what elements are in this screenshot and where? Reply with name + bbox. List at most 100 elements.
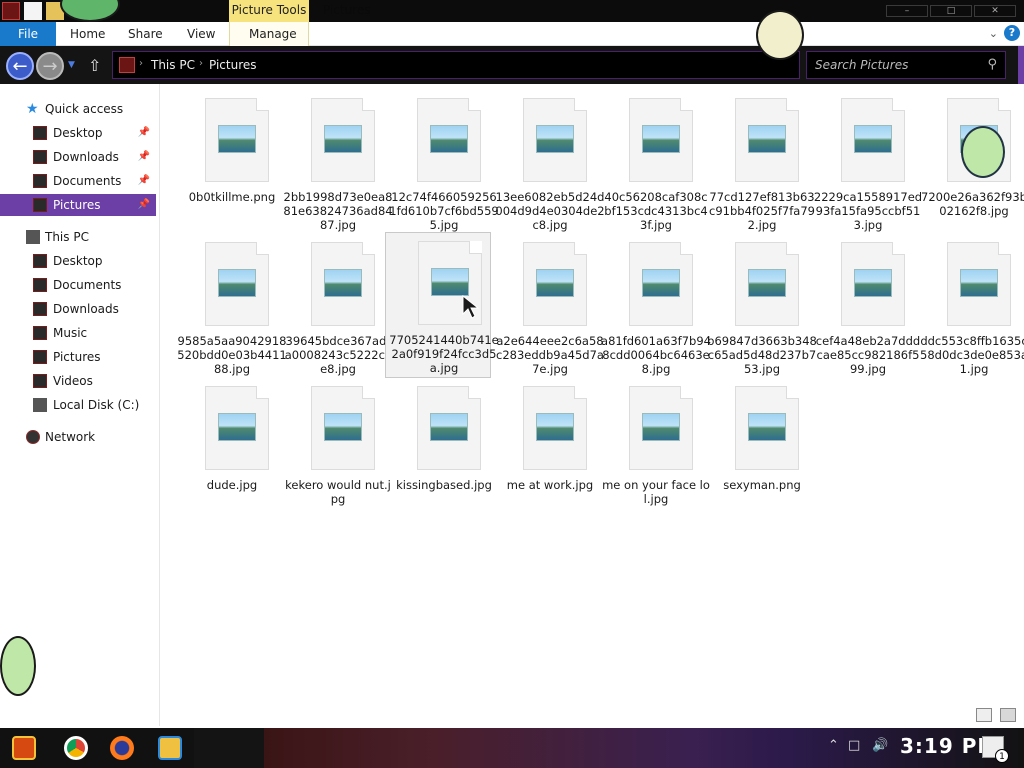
breadcrumb-this-pc[interactable]: This PC (151, 58, 195, 72)
recent-locations-icon[interactable]: ▼ (68, 60, 75, 70)
start-button[interactable] (12, 736, 36, 760)
image-file-icon (841, 242, 905, 326)
file-item[interactable]: 40c56208caf308cbf153cdc4313bc43f.jpg (597, 90, 708, 236)
breadcrumb-separator: › (199, 58, 203, 69)
file-item[interactable]: dude.jpg (173, 378, 279, 524)
tab-file[interactable]: File (0, 22, 56, 46)
pin-icon[interactable]: 📌 (138, 170, 150, 192)
file-name: a81fd601a63f7b948cdd0064bc6463e8.jpg (601, 334, 711, 376)
desktop-icon (33, 126, 47, 140)
sidebar-item-network[interactable]: Network (0, 426, 156, 448)
mouse-cursor-icon (462, 294, 480, 319)
file-item[interactable]: a2e644eee2c6a58c283eddb9a45d7a7e.jpg (491, 234, 604, 380)
file-item[interactable]: a81fd601a63f7b948cdd0064bc6463e8.jpg (597, 234, 711, 380)
file-item[interactable]: sexyman.png (703, 378, 809, 524)
details-view-icon[interactable] (976, 708, 992, 722)
sidebar-item-videos[interactable]: Videos (0, 370, 156, 392)
action-center-icon[interactable]: 1 (982, 736, 1009, 763)
chrome-icon[interactable] (64, 736, 88, 760)
sidebar-item-pc-pictures[interactable]: Pictures (0, 346, 156, 368)
window-title: Pictures (323, 3, 371, 17)
desktop-icon (33, 254, 47, 268)
file-item[interactable]: 9585a5aa9042918520bdd0e03b441188.jpg (173, 234, 287, 380)
file-item[interactable]: 77cd127ef813b63c91bb4f025f7fa792.jpg (703, 90, 815, 236)
image-file-icon (311, 98, 375, 182)
volume-icon[interactable]: 🔊 (872, 738, 888, 753)
file-item[interactable]: 2229ca1558917ed93fa15fa95ccbf513.jpg (809, 90, 922, 236)
image-file-icon (629, 386, 693, 470)
expand-ribbon-icon[interactable]: ⌄ (989, 27, 998, 40)
manage-tab-area: Manage (229, 22, 309, 46)
search-input[interactable]: Search Pictures (815, 58, 908, 72)
search-box[interactable]: Search Pictures ⚲ (806, 51, 1006, 79)
help-icon[interactable]: ? (1004, 25, 1020, 41)
documents-icon (33, 278, 47, 292)
sidebar-item-downloads[interactable]: Downloads 📌 (0, 146, 156, 168)
sidebar-item-quick-access[interactable]: ★ Quick access (0, 98, 156, 120)
sidebar-item-label: Documents (53, 174, 122, 188)
sidebar-item-local-disk[interactable]: Local Disk (C:) (0, 394, 156, 416)
sidebar-item-label: Documents (53, 278, 122, 292)
minimize-button[interactable]: – (886, 5, 928, 17)
tab-manage[interactable]: Manage (249, 27, 297, 41)
sidebar-item-pc-desktop[interactable]: Desktop (0, 250, 156, 272)
sidebar-item-documents[interactable]: Documents 📌 (0, 170, 156, 192)
app-icon[interactable] (2, 2, 20, 20)
file-explorer-icon[interactable] (158, 736, 182, 760)
file-item[interactable]: ddc553c8ffb1635c58d0dc3de0e853a1.jpg (915, 234, 1024, 380)
network-tray-icon[interactable]: □ (848, 738, 860, 753)
file-item[interactable]: me at work.jpg (491, 378, 597, 524)
file-item[interactable]: cef4a48eb2a7dddcae85cc982186f599.jpg (809, 234, 920, 380)
pin-icon[interactable]: 📌 (138, 194, 150, 216)
large-icons-view-icon[interactable] (1000, 708, 1016, 722)
file-item[interactable]: 13ee6082eb5d24d004d9d4e0304de2c8.jpg (491, 90, 605, 236)
file-item[interactable]: 12c74f4660592561fd610b7cf6bd5595.jpg (385, 90, 499, 236)
breadcrumb-pictures[interactable]: Pictures (209, 58, 257, 72)
forward-button[interactable]: → (36, 52, 64, 80)
file-name: 13ee6082eb5d24d004d9d4e0304de2c8.jpg (495, 190, 605, 232)
sidebar-item-label: Pictures (53, 350, 101, 364)
image-file-icon (205, 386, 269, 470)
sidebar-item-label: Desktop (53, 254, 103, 268)
pin-icon[interactable]: 📌 (138, 146, 150, 168)
sidebar-item-this-pc[interactable]: This PC (0, 226, 156, 248)
show-hidden-icons-icon[interactable]: ⌃ (828, 738, 839, 753)
pin-icon[interactable]: 📌 (138, 122, 150, 144)
image-file-icon (735, 242, 799, 326)
firefox-icon[interactable] (110, 736, 134, 760)
sidebar-item-music[interactable]: Music (0, 322, 156, 344)
downloads-icon (33, 150, 47, 164)
sidebar-item-desktop[interactable]: Desktop 📌 (0, 122, 156, 144)
sidebar-item-pc-downloads[interactable]: Downloads (0, 298, 156, 320)
window-controls: – □ ✕ (886, 5, 1016, 17)
tab-home[interactable]: Home (70, 27, 105, 41)
sidebar-item-pc-documents[interactable]: Documents (0, 274, 156, 296)
address-bar[interactable]: › This PC › Pictures (112, 51, 800, 79)
file-item[interactable]: me on your face lol.jpg (597, 378, 710, 524)
maximize-button[interactable]: □ (930, 5, 972, 17)
taskbar-pinned-area (0, 728, 194, 768)
tab-view[interactable]: View (187, 27, 215, 41)
picture-tools-label: Picture Tools (229, 0, 309, 22)
file-item[interactable]: kissingbased.jpg (385, 378, 492, 524)
file-item[interactable]: 39645bdce367adfa0008243c5222cce8.jpg (279, 234, 391, 380)
tab-share[interactable]: Share (128, 27, 163, 41)
navigation-bar: ← → ▼ ⇧ › This PC › Pictures Search Pict… (0, 46, 1024, 84)
file-item[interactable]: b69847d3663b348c65ad5d48d237b753.jpg (703, 234, 817, 380)
file-name: cef4a48eb2a7dddcae85cc982186f599.jpg (815, 334, 921, 376)
up-button[interactable]: ⇧ (88, 56, 101, 75)
back-button[interactable]: ← (6, 52, 34, 80)
file-item[interactable]: kekero would nut.jpg (279, 378, 391, 524)
network-icon (26, 430, 40, 444)
close-button[interactable]: ✕ (974, 5, 1016, 17)
file-name: b69847d3663b348c65ad5d48d237b753.jpg (707, 334, 817, 376)
sidebar-item-label: Downloads (53, 150, 119, 164)
file-item[interactable]: 0b0tkillme.png (173, 90, 279, 236)
file-list[interactable]: 0b0tkillme.png 2bb1998d73e0ea881e6382473… (161, 84, 1024, 726)
file-name: 12c74f4660592561fd610b7cf6bd5595.jpg (389, 190, 499, 232)
sidebar-item-pictures[interactable]: Pictures 📌 (0, 194, 156, 216)
file-item[interactable]: 2bb1998d73e0ea881e63824736ad8487.jpg (279, 90, 393, 236)
sidebar-item-label: Videos (53, 374, 93, 388)
search-icon[interactable]: ⚲ (987, 57, 997, 72)
properties-icon[interactable] (24, 2, 42, 20)
